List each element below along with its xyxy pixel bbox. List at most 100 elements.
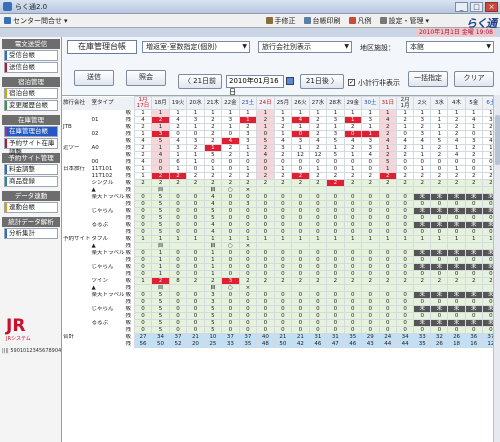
inventory-cell[interactable]: 1	[291, 144, 310, 152]
inventory-cell[interactable]: 自	[151, 186, 170, 194]
inventory-cell[interactable]: 1	[186, 158, 205, 166]
inventory-cell[interactable]: 0	[378, 305, 398, 313]
inventory-cell[interactable]: 5	[151, 193, 170, 201]
inventory-cell[interactable]: 50	[151, 340, 170, 348]
inventory-cell[interactable]: 0	[186, 263, 205, 271]
inventory-cell[interactable]: 16	[464, 340, 483, 348]
inventory-cell[interactable]: 2	[203, 179, 223, 187]
inventory-cell[interactable]	[378, 186, 398, 194]
inventory-cell[interactable]: 0	[447, 158, 466, 166]
inventory-cell[interactable]	[168, 186, 188, 194]
inventory-cell[interactable]: 0	[186, 256, 205, 264]
inventory-cell[interactable]: 1	[326, 235, 345, 243]
inventory-cell[interactable]: 0	[464, 165, 483, 173]
inventory-cell[interactable]: 0	[343, 214, 363, 222]
inventory-cell[interactable]: 2	[291, 172, 310, 180]
inventory-cell[interactable]: 2	[256, 144, 275, 152]
inventory-cell[interactable]: ×	[238, 186, 258, 194]
inventory-cell[interactable]: 0	[168, 200, 188, 208]
inventory-cell[interactable]: 1	[378, 109, 398, 117]
inventory-cell[interactable]: 0	[430, 200, 449, 208]
inventory-cell[interactable]: 8	[168, 277, 188, 285]
inventory-cell[interactable]: 0	[413, 326, 432, 334]
inventory-cell[interactable]: 0	[221, 228, 240, 236]
inventory-cell[interactable]: 未	[413, 319, 432, 327]
inventory-cell[interactable]: 0	[361, 298, 380, 306]
inventory-cell[interactable]: 1	[151, 270, 170, 278]
inventory-cell[interactable]: 2	[326, 172, 345, 180]
inventory-cell[interactable]: 0	[361, 207, 380, 215]
inventory-cell[interactable]: 42	[291, 340, 310, 348]
inventory-cell[interactable]: 自	[203, 284, 223, 292]
inventory-cell[interactable]: 0	[326, 158, 345, 166]
inventory-cell[interactable]: 18	[447, 340, 466, 348]
inventory-cell[interactable]: ○	[221, 242, 240, 250]
inventory-cell[interactable]: 0	[326, 305, 345, 313]
inventory-cell[interactable]: 0	[464, 228, 483, 236]
inventory-cell[interactable]	[378, 284, 398, 292]
inventory-cell[interactable]: 未	[447, 291, 466, 299]
inventory-cell[interactable]: 2	[447, 123, 466, 131]
inventory-cell[interactable]: 0	[361, 158, 380, 166]
inventory-cell[interactable]: 0	[343, 158, 363, 166]
inventory-cell[interactable]: 0	[396, 312, 415, 320]
sidebar-item[interactable]: 受信台帳	[4, 50, 58, 61]
inventory-cell[interactable]: 5	[326, 151, 345, 159]
inventory-cell[interactable]: 2	[430, 172, 449, 180]
inventory-cell[interactable]: 0	[273, 228, 293, 236]
inventory-cell[interactable]: 4	[203, 193, 223, 201]
inventory-cell[interactable]: 1	[430, 123, 449, 131]
inventory-cell[interactable]: 0	[413, 312, 432, 320]
clear-button[interactable]: クリア	[454, 71, 494, 87]
inventory-cell[interactable]: 0	[396, 228, 415, 236]
inventory-cell[interactable]: 0	[447, 298, 466, 306]
inventory-cell[interactable]: 3	[361, 144, 380, 152]
inventory-cell[interactable]: 未	[430, 305, 449, 313]
inventory-cell[interactable]: 0	[238, 249, 258, 257]
inventory-cell[interactable]: 0	[430, 298, 449, 306]
sidebar-item[interactable]: 変更履歴台帳	[4, 100, 58, 111]
inventory-cell[interactable]: 0	[238, 207, 258, 215]
inventory-cell[interactable]: 0	[308, 298, 328, 306]
inventory-cell[interactable]: 0	[308, 256, 328, 264]
inventory-cell[interactable]: 未	[430, 263, 449, 271]
inventory-cell[interactable]	[361, 284, 380, 292]
inventory-cell[interactable]: 4	[396, 137, 415, 145]
inventory-cell[interactable]: 0	[221, 158, 240, 166]
inventory-cell[interactable]: 0	[361, 312, 380, 320]
inventory-cell[interactable]: 0	[221, 193, 240, 201]
inventory-cell[interactable]: 2	[464, 144, 483, 152]
inventory-cell[interactable]: 未	[464, 263, 483, 271]
inventory-cell[interactable]: 0	[308, 200, 328, 208]
inventory-cell[interactable]: 2	[168, 179, 188, 187]
inventory-cell[interactable]: 0	[430, 256, 449, 264]
inventory-cell[interactable]: 未	[464, 319, 483, 327]
inventory-cell[interactable]: 0	[396, 214, 415, 222]
inventory-cell[interactable]: 0	[396, 305, 415, 313]
inventory-cell[interactable]: 0	[430, 228, 449, 236]
inventory-cell[interactable]: 1	[203, 165, 223, 173]
settings-menu[interactable]: 設定・管理 ▾	[376, 16, 434, 26]
inventory-cell[interactable]: 0	[361, 214, 380, 222]
inventory-cell[interactable]: 0	[378, 291, 398, 299]
inventory-cell[interactable]	[308, 186, 328, 194]
inventory-cell[interactable]: 0	[413, 200, 432, 208]
inventory-cell[interactable]: 未	[430, 319, 449, 327]
inventory-cell[interactable]: 0	[168, 214, 188, 222]
inventory-cell[interactable]: 0	[326, 263, 345, 271]
inventory-cell[interactable]: 1	[464, 109, 483, 117]
inventory-cell[interactable]	[291, 284, 310, 292]
inventory-cell[interactable]: 46	[308, 340, 328, 348]
inventory-cell[interactable]: 5	[326, 137, 345, 145]
inventory-cell[interactable]: 1	[151, 256, 170, 264]
inventory-cell[interactable]: 44	[378, 340, 398, 348]
inventory-cell[interactable]: 0	[238, 158, 258, 166]
inventory-cell[interactable]: 2	[447, 179, 466, 187]
inventory-cell[interactable]: 自	[151, 242, 170, 250]
inventory-cell[interactable]: 0	[186, 291, 205, 299]
inventory-cell[interactable]: 0	[221, 200, 240, 208]
inventory-cell[interactable]: 5	[151, 326, 170, 334]
inventory-cell[interactable]: 34	[396, 333, 415, 341]
inventory-cell[interactable]: 0	[186, 319, 205, 327]
inventory-cell[interactable]: 0	[308, 263, 328, 271]
